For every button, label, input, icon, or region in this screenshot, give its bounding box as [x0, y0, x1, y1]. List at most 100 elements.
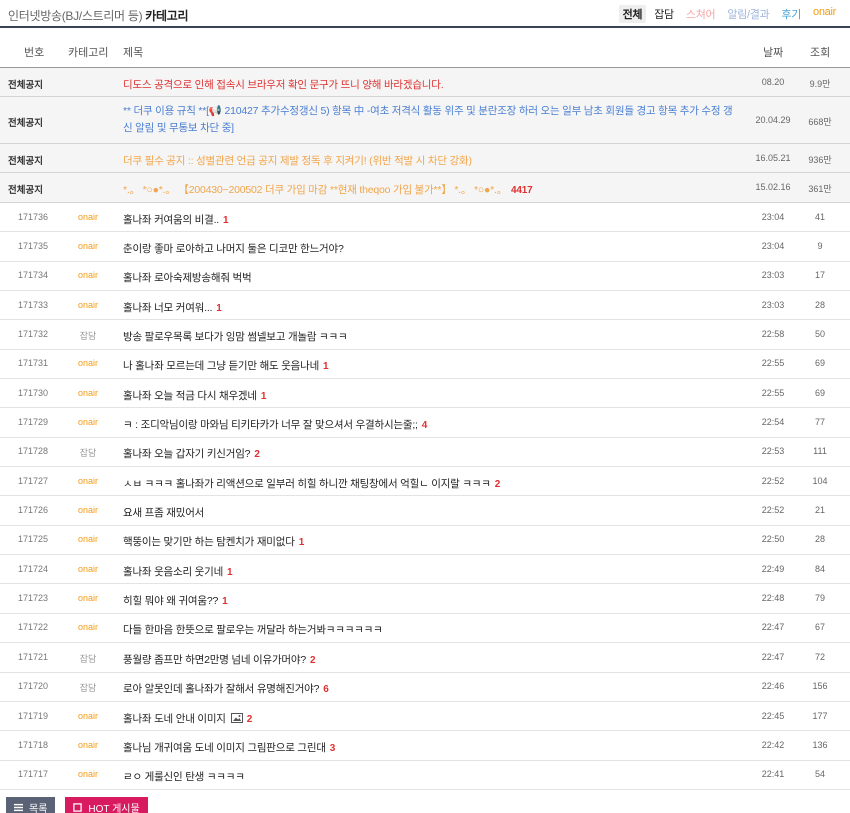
post-title[interactable]: 다들 한마음 한뜻으로 팔로우는 꺼달라 하는거봐ㅋㅋㅋㅋㅋㅋ	[123, 622, 383, 637]
notice-title[interactable]: 더쿠 필수 공지 :: 성별관련 언급 공지 제발 정독 후 지켜기! (위반 …	[123, 153, 472, 168]
list-button[interactable]: 목록	[6, 797, 56, 813]
post-title[interactable]: 홀나좌 너모 커여워... 1	[123, 300, 222, 315]
post-row[interactable]: 171733 onair 홀나좌 너모 커여워... 1 23:03 28	[0, 291, 850, 321]
comment-count[interactable]: 1	[299, 537, 305, 548]
comment-count[interactable]: 1	[323, 361, 329, 372]
post-category[interactable]: 잡담	[66, 446, 110, 459]
hot-posts-button[interactable]: HOT 게시물	[65, 797, 148, 813]
comment-count[interactable]: 2	[254, 449, 260, 460]
post-row[interactable]: 171722 onair 다들 한마음 한뜻으로 팔로우는 꺼달라 하는거봐ㅋㅋㅋㅋ…	[0, 614, 850, 644]
post-category[interactable]: onair	[66, 476, 110, 486]
post-row[interactable]: 171734 onair 홀나좌 로아숙제방송해줘 벅벅 23:03 17	[0, 262, 850, 292]
post-row[interactable]: 171717 onair ㄹㅇ 게룰신인 탄생 ㅋㅋㅋㅋ 22:41 54	[0, 761, 850, 790]
comment-count[interactable]: 3	[330, 743, 336, 754]
post-category[interactable]: onair	[66, 358, 110, 368]
post-category[interactable]: onair	[66, 388, 110, 398]
comment-count[interactable]: 2	[310, 655, 316, 666]
view-count: 136	[812, 739, 828, 750]
post-row[interactable]: 171718 onair 홀나님 개귀여움 도네 이미지 그림판으로 그린대 3 22:…	[0, 731, 850, 761]
post-title[interactable]: 요새 프좀 재밌어서	[123, 505, 204, 520]
comment-count[interactable]: 6	[323, 684, 329, 695]
post-category[interactable]: 잡담	[66, 652, 110, 665]
post-row[interactable]: 171726 onair 요새 프좀 재밌어서 22:52 21	[0, 496, 850, 526]
post-row[interactable]: 171735 onair 춘이랑 좋마 로아하고 나머지 둘은 디코만 한느거야? 2…	[0, 232, 850, 262]
notice-label: 전체공지	[8, 185, 43, 196]
post-row[interactable]: 171724 onair 홀나좌 웃음소리 웃기네 1 22:49 84	[0, 555, 850, 585]
list-button-label: 목록	[29, 803, 48, 813]
post-category[interactable]: 잡담	[66, 681, 110, 694]
notice-title[interactable]: 디도스 공격으로 인해 접속시 브라우저 확인 문구가 뜨니 양해 바라겠습니다…	[123, 77, 444, 92]
category-tab[interactable]: 전체	[618, 5, 647, 23]
category-tab[interactable]: onair	[809, 5, 840, 23]
comment-count[interactable]: 2	[495, 479, 501, 490]
post-title[interactable]: 홀나좌 도네 안내 이미지 2	[123, 711, 252, 726]
post-title[interactable]: 로아 알못인데 홀나좌가 잘해서 유명해진거야? 6	[123, 681, 329, 696]
comment-count[interactable]: 1	[222, 596, 228, 607]
post-category[interactable]: onair	[66, 300, 110, 310]
post-title[interactable]: 춘이랑 좋마 로아하고 나머지 둘은 디코만 한느거야?	[123, 241, 344, 256]
post-title[interactable]: ㄹㅇ 게룰신인 탄생 ㅋㅋㅋㅋ	[123, 769, 245, 784]
post-category[interactable]: onair	[66, 505, 110, 515]
comment-count[interactable]: 4417	[511, 185, 533, 196]
post-date: 22:45	[761, 710, 785, 721]
post-title[interactable]: ㅅㅂ ㅋㅋㅋ 홀나좌가 리액션으로 일부러 히힐 하니깐 채팅창에서 억힐ㄴ 이…	[123, 476, 500, 491]
post-category[interactable]: 잡담	[66, 329, 110, 342]
comment-count[interactable]: 1	[216, 303, 222, 314]
notice-row[interactable]: 전체공지 *.。 *○●*.。 【200430~200502 더쿠 가입 마감 *…	[0, 173, 850, 203]
post-category[interactable]: onair	[66, 564, 110, 574]
post-category[interactable]: onair	[66, 622, 110, 632]
notice-title[interactable]: ** 더쿠 이용 규칙 **[📢 210427 추가수정갱신 5) 항목 中 -…	[123, 103, 738, 137]
post-row[interactable]: 171719 onair 홀나좌 도네 안내 이미지 2 22:45 177	[0, 702, 850, 732]
comment-count[interactable]: 1	[223, 215, 229, 226]
post-title[interactable]: 나 홀나좌 모르는데 그냥 듣기만 해도 웃음나네 1	[123, 358, 329, 373]
post-category[interactable]: onair	[66, 534, 110, 544]
notice-row[interactable]: 전체공지 ** 더쿠 이용 규칙 **[📢 210427 추가수정갱신 5) 항목…	[0, 97, 850, 144]
post-number: 171730	[17, 387, 49, 398]
notice-title[interactable]: *.。 *○●*.。 【200430~200502 더쿠 가입 마감 **현재 …	[123, 182, 533, 197]
notice-title-text: ** 더쿠 이용 규칙 **[📢 210427 추가수정갱신 5) 항목 中 -…	[123, 105, 733, 134]
board-footer: 목록 HOT 게시물	[6, 797, 148, 813]
post-category[interactable]: onair	[66, 417, 110, 427]
post-category[interactable]: onair	[66, 740, 110, 750]
category-tab[interactable]: 후기	[777, 5, 805, 23]
notice-row[interactable]: 전체공지 디도스 공격으로 인해 접속시 브라우저 확인 문구가 뜨니 양해 바라…	[0, 68, 850, 97]
comment-count[interactable]: 2	[247, 714, 253, 725]
post-row[interactable]: 171730 onair 홀나좌 오늘 적금 다시 채우겠네 1 22:55 69	[0, 379, 850, 409]
post-category[interactable]: onair	[66, 270, 110, 280]
post-title[interactable]: 방송 팔로우목록 보다가 잉맘 썸넬보고 개놀람 ㅋㅋㅋ	[123, 329, 348, 344]
comment-count[interactable]: 1	[227, 567, 233, 578]
post-row[interactable]: 171731 onair 나 홀나좌 모르는데 그냥 듣기만 해도 웃음나네 1 22:…	[0, 350, 850, 380]
post-title[interactable]: 홀나좌 커여움의 비결.. 1	[123, 212, 229, 227]
comment-count[interactable]: 1	[261, 391, 267, 402]
post-title[interactable]: 풍월량 좀프만 하면2만명 넘네 이유가머야? 2	[123, 652, 316, 667]
post-category[interactable]: onair	[66, 212, 110, 222]
post-row[interactable]: 171736 onair 홀나좌 커여움의 비결.. 1 23:04 41	[0, 203, 850, 233]
board-title[interactable]: 인터넷방송(BJ/스트리머 등) 카테고리	[8, 7, 189, 24]
post-row[interactable]: 171727 onair ㅅㅂ ㅋㅋㅋ 홀나좌가 리액션으로 일부러 히힐 하니깐 …	[0, 467, 850, 497]
post-title[interactable]: 홀나좌 오늘 갑자기 키신거임? 2	[123, 446, 260, 461]
post-title[interactable]: 핵뚱이는 맞기만 하는 탐켄치가 재미없다 1	[123, 534, 304, 549]
post-title[interactable]: 홀나님 개귀여움 도네 이미지 그림판으로 그린대 3	[123, 740, 335, 755]
post-row[interactable]: 171732 잡담 방송 팔로우목록 보다가 잉맘 썸넬보고 개놀람 ㅋㅋㅋ 22:5…	[0, 320, 850, 350]
post-row[interactable]: 171721 잡담 풍월량 좀프만 하면2만명 넘네 이유가머야? 2 22:47 72	[0, 643, 850, 673]
category-tab[interactable]: 알림/결과	[723, 5, 773, 23]
post-title[interactable]: ㅋ : 조디악님이랑 마와님 티키타카가 너무 잘 맞으셔서 우결하시는줄;; 4	[123, 417, 427, 432]
post-row[interactable]: 171729 onair ㅋ : 조디악님이랑 마와님 티키타카가 너무 잘 맞으셔…	[0, 408, 850, 438]
post-category[interactable]: onair	[66, 593, 110, 603]
post-row[interactable]: 171728 잡담 홀나좌 오늘 갑자기 키신거임? 2 22:53 111	[0, 438, 850, 468]
post-category[interactable]: onair	[66, 711, 110, 721]
comment-count[interactable]: 4	[422, 420, 428, 431]
post-row[interactable]: 171725 onair 핵뚱이는 맞기만 하는 탐켄치가 재미없다 1 22:50 28	[0, 526, 850, 556]
post-title[interactable]: 홀나좌 웃음소리 웃기네 1	[123, 564, 233, 579]
category-tab[interactable]: 스쳐어	[682, 5, 719, 23]
post-title[interactable]: 홀나좌 로아숙제방송해줘 벅벅	[123, 270, 252, 285]
post-category[interactable]: onair	[66, 769, 110, 779]
category-tab[interactable]: 잡담	[650, 5, 678, 23]
notice-row[interactable]: 전체공지 더쿠 필수 공지 :: 성별관련 언급 공지 제발 정독 후 지켜기! …	[0, 144, 850, 173]
post-title[interactable]: 히힐 뭐야 왜 귀여움?? 1	[123, 593, 228, 608]
post-category[interactable]: onair	[66, 241, 110, 251]
post-row[interactable]: 171720 잡담 로아 알못인데 홀나좌가 잘해서 유명해진거야? 6 22:46 15…	[0, 673, 850, 702]
post-number: 171723	[17, 593, 49, 604]
post-title[interactable]: 홀나좌 오늘 적금 다시 채우겠네 1	[123, 388, 266, 403]
post-row[interactable]: 171723 onair 히힐 뭐야 왜 귀여움?? 1 22:48 79	[0, 584, 850, 614]
